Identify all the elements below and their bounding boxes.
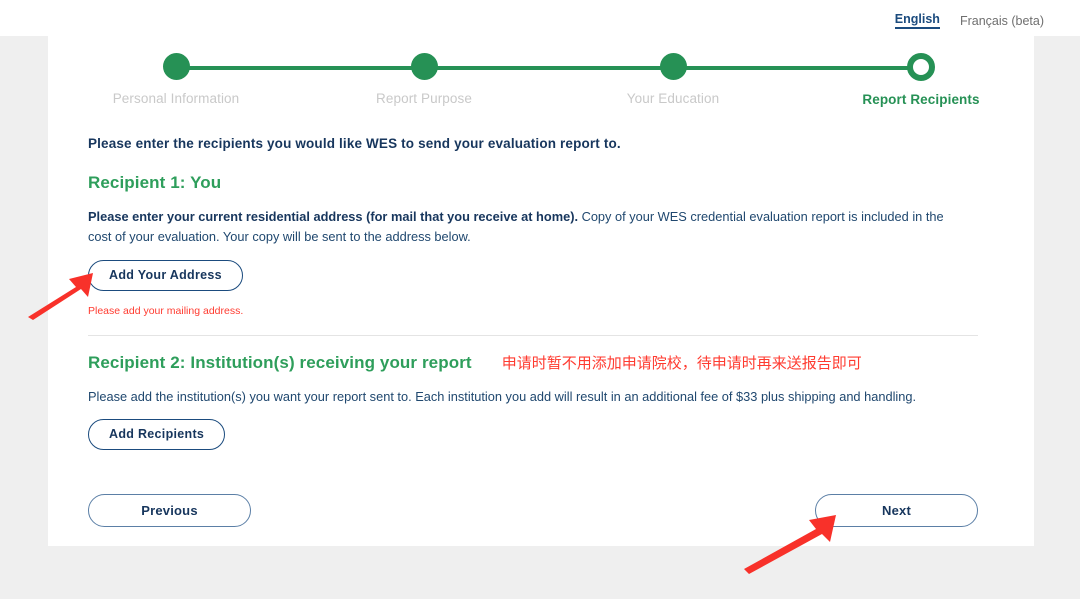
stepper-step-report-purpose[interactable]: Report Purpose (334, 52, 514, 106)
stepper-label: Report Purpose (376, 91, 472, 106)
language-selector: English Français (beta) (894, 12, 1044, 29)
stepper-step-your-education[interactable]: Your Education (583, 52, 763, 106)
step-dot-active-icon (907, 53, 935, 81)
add-recipients-button[interactable]: Add Recipients (88, 419, 226, 451)
add-your-address-button[interactable]: Add Your Address (88, 259, 243, 291)
progress-stepper: Personal Information Report Purpose Your… (90, 52, 980, 112)
stepper-connector-line (176, 66, 921, 70)
chinese-annotation-note: 申请时暂不用添加申请院校，待申请时再来送报告即可 (501, 353, 862, 372)
recipient-2-heading-row: Recipient 2: Institution(s) receiving yo… (88, 352, 978, 373)
language-option-francais[interactable]: Français (beta) (960, 14, 1044, 28)
recipient-2-heading: Recipient 2: Institution(s) receiving yo… (88, 352, 472, 372)
recipient-1-description-bold: Please enter your current residential ad… (88, 209, 579, 224)
step-dot-complete-icon (410, 53, 438, 80)
step-dot-complete-icon (659, 53, 687, 80)
address-error-message: Please add your mailing address. (88, 304, 244, 317)
step-dot-complete-icon (162, 53, 190, 80)
next-button[interactable]: Next (815, 494, 978, 527)
language-option-english[interactable]: English (894, 12, 940, 29)
recipient-1-heading: Recipient 1: You (88, 173, 222, 192)
stepper-step-report-recipients[interactable]: Report Recipients (831, 52, 1011, 107)
stepper-step-personal-information[interactable]: Personal Information (86, 52, 266, 106)
page-root: English Français (beta) Personal Informa… (0, 0, 1080, 599)
recipient-1-description: Please enter your current residential ad… (88, 207, 968, 247)
previous-button[interactable]: Previous (88, 494, 251, 527)
recipient-2-description: Please add the institution(s) you want y… (88, 388, 917, 404)
section-divider (88, 334, 978, 336)
footer-navigation: Previous Next (88, 494, 978, 527)
stepper-label: Report Recipients (862, 92, 980, 107)
stepper-label: Your Education (626, 91, 720, 106)
page-title: Please enter the recipients you would li… (88, 136, 621, 151)
stepper-label: Personal Information (112, 91, 240, 106)
main-content: Please enter the recipients you would li… (88, 136, 978, 451)
